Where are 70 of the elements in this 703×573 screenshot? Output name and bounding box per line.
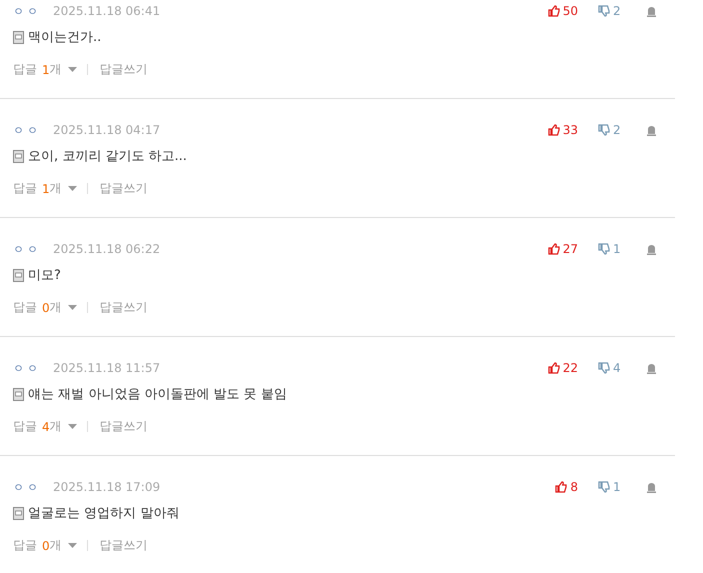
write-reply-link[interactable]: 답글쓰기 xyxy=(100,180,148,197)
siren-icon[interactable] xyxy=(646,6,657,16)
author-name: ㅇㅇ xyxy=(13,480,42,494)
thumbs-up-icon[interactable] xyxy=(555,481,568,493)
thumbs-down-icon[interactable] xyxy=(598,124,610,136)
siren-icon[interactable] xyxy=(646,362,657,374)
reply-unit[interactable]: 개 xyxy=(50,180,62,197)
write-reply-link[interactable]: 답글쓰기 xyxy=(100,537,148,554)
reply-label[interactable]: 답글 xyxy=(13,299,37,316)
dislike-count: 1 xyxy=(613,480,621,494)
reply-count[interactable]: 0 xyxy=(42,300,50,314)
comment-text: 맥이는건가.. xyxy=(28,29,102,46)
dislike-count: 2 xyxy=(613,4,621,18)
caret-icon[interactable] xyxy=(68,543,77,548)
thumbs-down-icon[interactable] xyxy=(598,5,610,17)
dislike-count: 1 xyxy=(613,242,621,256)
author-name: ㅇㅇ xyxy=(13,122,42,138)
memo-icon xyxy=(13,150,24,162)
like-count: 22 xyxy=(562,361,578,375)
caret-icon[interactable] xyxy=(68,424,77,429)
thumbs-down-icon[interactable] xyxy=(598,362,610,374)
memo-icon xyxy=(13,268,24,282)
write-reply-link[interactable]: 답글쓰기 xyxy=(100,418,148,435)
thumbs-up-icon[interactable] xyxy=(548,124,560,136)
reply-label[interactable]: 답글 xyxy=(13,537,37,554)
caret-icon[interactable] xyxy=(68,186,77,191)
reply-count[interactable]: 0 xyxy=(42,538,50,552)
thumbs-up-icon[interactable] xyxy=(548,5,560,17)
reply-unit[interactable]: 개 xyxy=(50,537,62,554)
caret-icon[interactable] xyxy=(68,305,77,310)
thumbs-up-icon[interactable] xyxy=(548,362,560,374)
comment-date: 2025.11.18 17:09 xyxy=(53,480,160,494)
comment-text: 오이, 코끼리 같기도 하고... xyxy=(28,148,187,165)
author-name: ㅇㅇ xyxy=(13,360,42,376)
reply-unit[interactable]: 개 xyxy=(50,61,62,78)
comment-text: 얼굴로는 영업하지 말아줘 xyxy=(28,505,180,522)
comment-date: 2025.11.18 06:22 xyxy=(53,242,160,256)
write-reply-link[interactable]: 답글쓰기 xyxy=(100,61,148,78)
memo-icon xyxy=(13,30,24,44)
reply-count[interactable]: 1 xyxy=(42,182,50,196)
siren-icon[interactable] xyxy=(646,124,657,136)
comment-date: 2025.11.18 04:17 xyxy=(53,123,160,137)
dislike-count: 4 xyxy=(613,361,621,375)
memo-icon xyxy=(13,388,24,400)
comment-date: 2025.11.18 06:41 xyxy=(53,4,160,18)
siren-icon[interactable] xyxy=(646,482,657,492)
like-count: 50 xyxy=(562,4,578,18)
reply-unit[interactable]: 개 xyxy=(50,418,62,435)
reply-label[interactable]: 답글 xyxy=(13,180,37,197)
like-count: 8 xyxy=(570,480,578,494)
memo-icon xyxy=(13,506,24,520)
reply-unit[interactable]: 개 xyxy=(50,299,62,316)
write-reply-link[interactable]: 답글쓰기 xyxy=(100,299,148,316)
thumbs-up-icon[interactable] xyxy=(548,243,560,255)
thumbs-down-icon[interactable] xyxy=(598,481,610,493)
like-count: 33 xyxy=(562,123,578,137)
reply-label[interactable]: 답글 xyxy=(13,418,37,435)
author-name: ㅇㅇ xyxy=(13,242,42,256)
comment-text: 미모? xyxy=(28,267,61,284)
reply-count[interactable]: 4 xyxy=(42,420,50,434)
comment-text: 얘는 재벌 아니었음 아이돌판에 발도 못 붙임 xyxy=(28,386,287,403)
reply-label[interactable]: 답글 xyxy=(13,61,37,78)
dislike-count: 2 xyxy=(613,123,621,137)
comment-date: 2025.11.18 11:57 xyxy=(53,361,160,375)
author-name: ㅇㅇ xyxy=(13,4,42,18)
thumbs-down-icon[interactable] xyxy=(598,243,610,255)
siren-icon[interactable] xyxy=(646,244,657,254)
caret-icon[interactable] xyxy=(68,67,77,72)
like-count: 27 xyxy=(562,242,578,256)
reply-count[interactable]: 1 xyxy=(42,62,50,76)
